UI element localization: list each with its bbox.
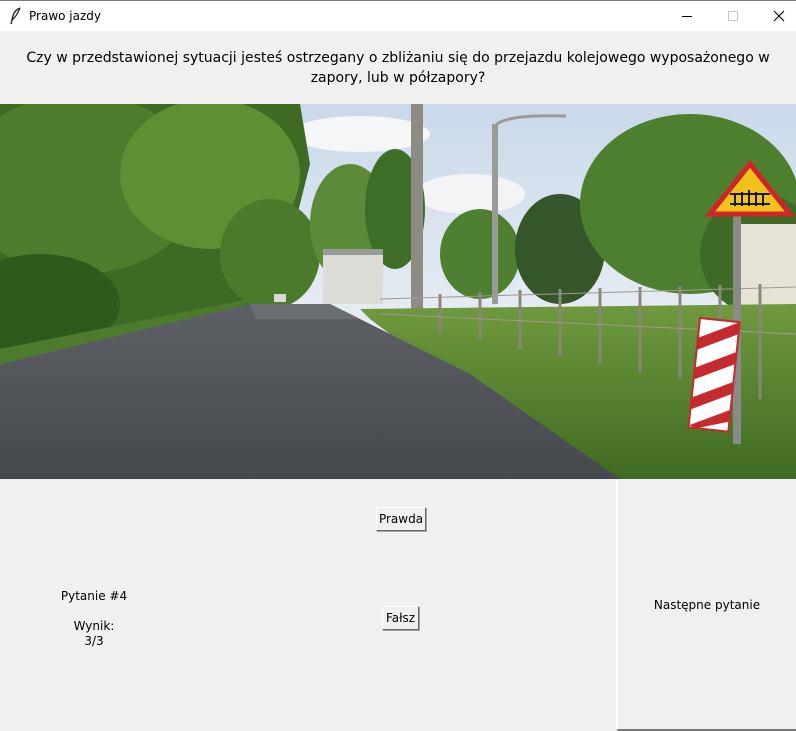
next-question-label[interactable]: Następne pytanie [616,598,796,612]
true-button[interactable]: Prawda [376,507,426,531]
feather-icon [10,7,21,25]
false-button[interactable]: Fałsz [382,606,419,630]
close-button[interactable] [756,1,796,31]
minimize-icon [682,16,692,17]
question-photo [0,104,796,479]
title-bar: Prawo jazdy [0,0,796,31]
score-value: 3/3 [84,634,104,648]
window-title: Prawo jazdy [29,9,101,23]
minimize-button[interactable] [664,1,710,31]
close-icon [773,10,785,22]
question-number: Pytanie #4 [60,589,128,603]
maximize-icon [728,11,738,21]
maximize-button[interactable] [710,1,756,31]
status-panel: Pytanie #4 Wynik: 3/3 [54,589,134,649]
question-text: Czy w przedstawionej sytuacji jesteś ost… [26,50,770,86]
score-label: Wynik: [73,619,115,633]
